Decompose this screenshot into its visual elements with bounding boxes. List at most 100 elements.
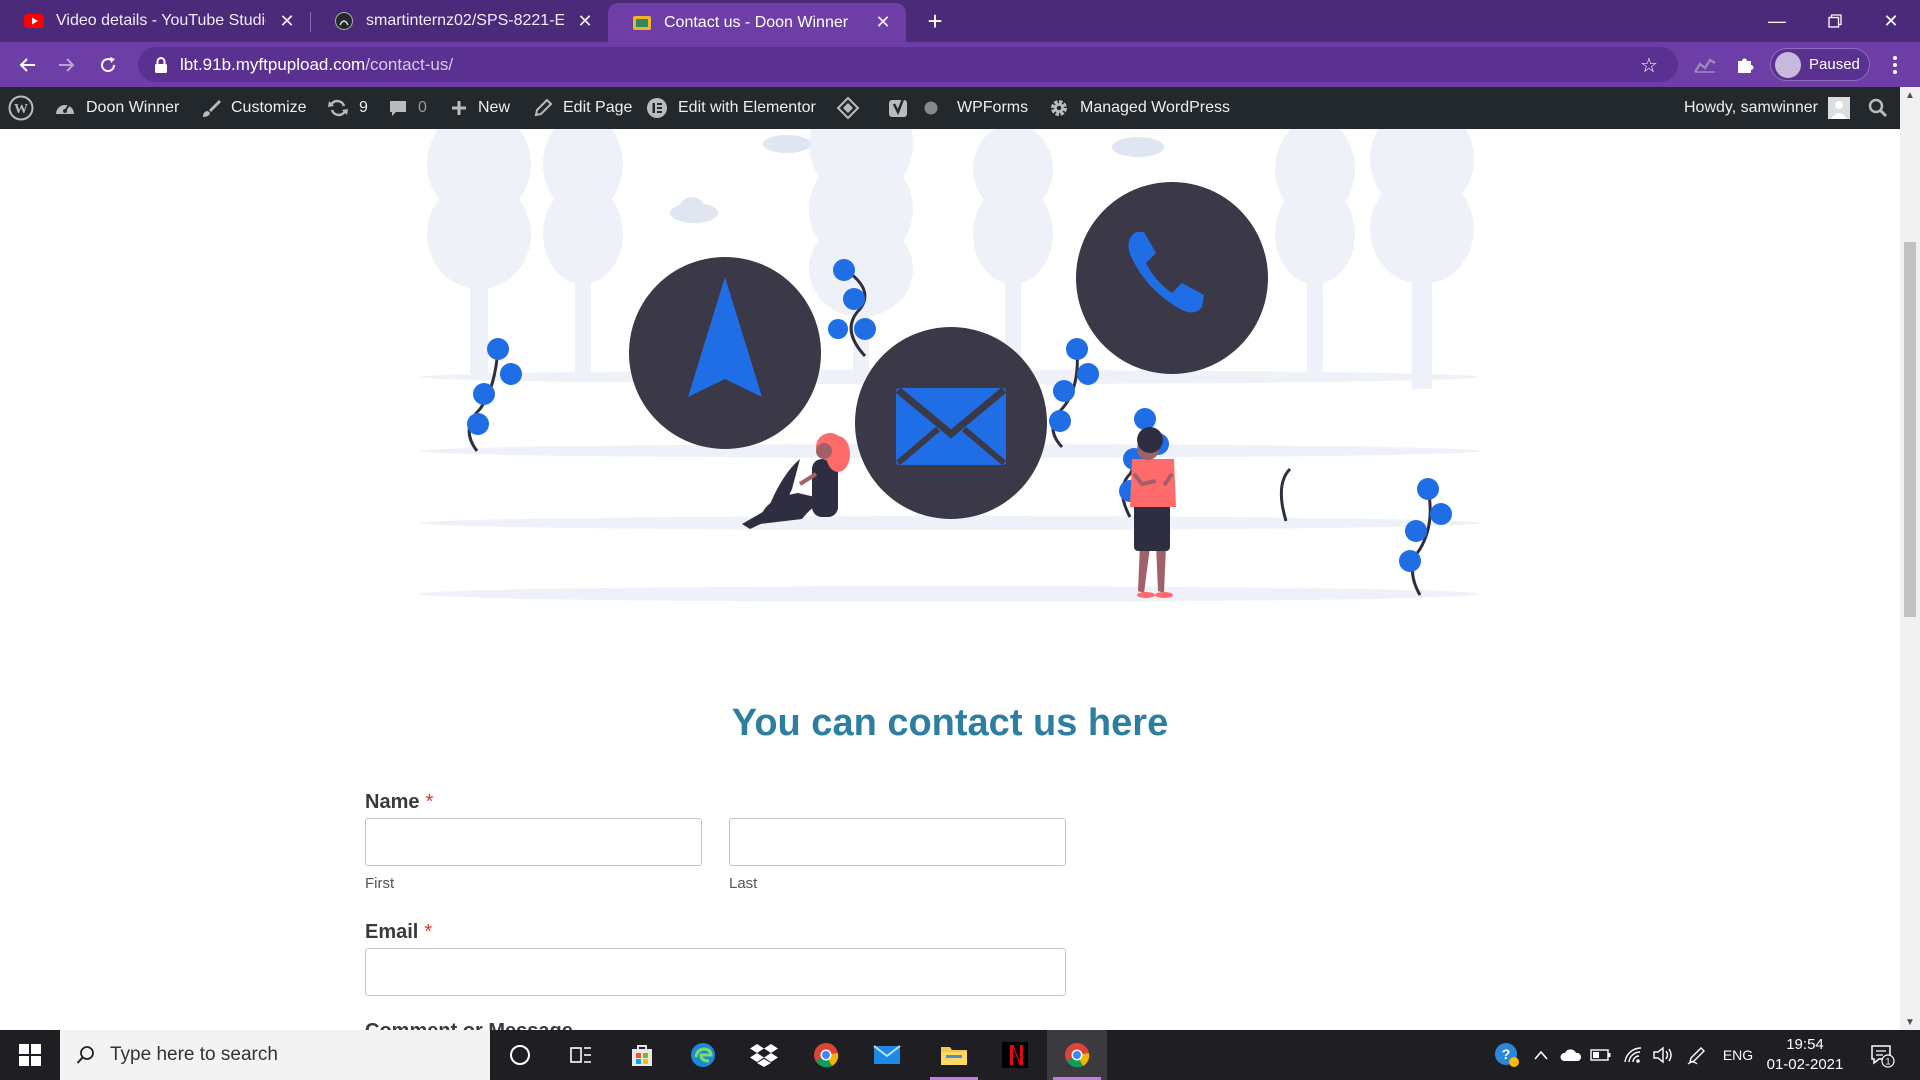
avatar: [1775, 51, 1801, 78]
cortana-button[interactable]: [490, 1030, 550, 1080]
close-icon[interactable]: ✕: [872, 12, 894, 34]
wifi-icon[interactable]: [1618, 1030, 1648, 1080]
yoast-seo-icon[interactable]: [888, 87, 920, 129]
comment-label: Comment or Message: [365, 1020, 573, 1030]
tab-title: Contact us - Doon Winner: [664, 13, 849, 31]
chrome-icon: [814, 1043, 839, 1068]
extensions-puzzle-icon[interactable]: [1732, 52, 1758, 78]
mail-icon: [873, 1045, 901, 1064]
restore-button[interactable]: [1806, 0, 1864, 42]
first-name-input[interactable]: [365, 818, 702, 866]
tab-github[interactable]: smartinternz02/SPS-8221-Educat ✕: [310, 0, 608, 42]
wordpress-icon: W: [8, 95, 34, 121]
clock-date: 01-02-2021: [1766, 1056, 1844, 1073]
account-menu[interactable]: Howdy, samwinner: [1684, 87, 1850, 129]
help-tray-icon[interactable]: ?: [1490, 1030, 1524, 1080]
restore-icon: [1828, 14, 1842, 28]
store-bag-icon: [632, 1045, 652, 1066]
edit-page-link[interactable]: Edit Page: [533, 87, 632, 129]
wpforms-link[interactable]: WPForms: [957, 87, 1028, 129]
close-icon[interactable]: ✕: [276, 10, 298, 32]
search-icon: [76, 1046, 94, 1064]
reload-button[interactable]: [92, 49, 124, 81]
updates-link[interactable]: 9: [327, 87, 368, 129]
profile-button[interactable]: Paused: [1770, 48, 1870, 81]
search-icon[interactable]: [1868, 87, 1898, 129]
gear-icon: [1051, 100, 1067, 116]
browser-toolbar: lbt.91b.myftpupload.com/contact-us/ ☆ Pa…: [0, 42, 1920, 87]
onedrive-cloud-icon[interactable]: [1556, 1030, 1586, 1080]
battery-icon[interactable]: [1586, 1030, 1616, 1080]
show-hidden-icons-chevron-icon[interactable]: [1528, 1030, 1554, 1080]
managed-wordpress-link[interactable]: Managed WordPress: [1048, 87, 1230, 129]
comment-bubble-icon: [390, 101, 406, 116]
youtube-icon: [24, 11, 44, 31]
comments-link[interactable]: 0: [388, 87, 427, 129]
svg-text:W: W: [14, 102, 28, 117]
back-button[interactable]: [12, 49, 44, 81]
taskbar-mail[interactable]: [857, 1030, 917, 1080]
howdy-text: Howdy, samwinner: [1684, 99, 1818, 116]
tab-contact-us[interactable]: Contact us - Doon Winner ✕: [608, 3, 906, 42]
extension-chart-icon[interactable]: [1692, 52, 1718, 78]
page-heading: You can contact us here: [731, 702, 1169, 744]
menu-kebab-icon[interactable]: [1882, 52, 1908, 78]
elementor-icon: [647, 98, 667, 118]
last-name-input[interactable]: [729, 818, 1066, 866]
page-scrollbar[interactable]: ▲ ▼: [1900, 87, 1920, 1030]
dropbox-icon: [750, 1044, 778, 1067]
windows-logo-icon: [19, 1044, 41, 1066]
scroll-down-arrow-icon[interactable]: ▼: [1900, 1014, 1920, 1030]
language-indicator[interactable]: ENG: [1716, 1030, 1760, 1080]
task-view-button[interactable]: [551, 1030, 611, 1080]
taskbar-store[interactable]: [612, 1030, 672, 1080]
new-content-link[interactable]: New: [450, 87, 510, 129]
scroll-thumb[interactable]: [1904, 242, 1916, 617]
task-view-icon: [570, 1047, 591, 1063]
forward-arrow-icon: [59, 58, 75, 72]
taskbar-dropbox[interactable]: [734, 1030, 794, 1080]
system-clock[interactable]: 19:54 01-02-2021: [1760, 1035, 1850, 1075]
action-center-button[interactable]: 1: [1860, 1030, 1904, 1080]
close-icon[interactable]: ✕: [574, 10, 596, 32]
taskbar-search-input[interactable]: [110, 1044, 470, 1066]
taskbar-chrome[interactable]: [796, 1030, 856, 1080]
taskbar-search[interactable]: [60, 1030, 490, 1080]
forward-button[interactable]: [50, 49, 82, 81]
address-bar[interactable]: lbt.91b.myftpupload.com/contact-us/ ☆: [138, 47, 1678, 82]
bookmark-star-icon[interactable]: ☆: [1638, 54, 1660, 77]
close-window-button[interactable]: ✕: [1862, 0, 1920, 42]
taskbar-file-explorer[interactable]: [924, 1030, 984, 1080]
tab-title: smartinternz02/SPS-8221-Educat: [366, 12, 564, 29]
page-content: You can contact us here Name * First Last…: [0, 129, 1900, 1030]
taskbar-chrome-active[interactable]: [1047, 1030, 1107, 1080]
site-icon: [632, 13, 652, 33]
svg-text:1: 1: [1885, 1057, 1890, 1067]
volume-icon[interactable]: [1648, 1030, 1678, 1080]
taskbar-edge[interactable]: [673, 1030, 733, 1080]
edit-elementor-link[interactable]: Edit with Elementor: [646, 87, 816, 129]
scroll-up-arrow-icon[interactable]: ▲: [1900, 87, 1920, 103]
taskbar-netflix[interactable]: [985, 1030, 1045, 1080]
name-label: Name *: [365, 791, 434, 813]
paintbrush-icon: [203, 100, 221, 117]
last-sublabel: Last: [729, 875, 758, 892]
minimize-button[interactable]: —: [1748, 0, 1806, 42]
tab-youtube-studio[interactable]: Video details - YouTube Studio ✕: [0, 0, 310, 42]
first-sublabel: First: [365, 875, 395, 892]
dashboard-gauge-icon: [56, 104, 74, 114]
required-asterisk: *: [425, 791, 434, 813]
diamond-plugin-icon[interactable]: [836, 87, 870, 129]
pen-workspace-icon[interactable]: [1682, 1030, 1712, 1080]
customize-link[interactable]: Customize: [201, 87, 307, 129]
windows-taskbar: ? ENG 19:54 01-02-2021 1: [0, 1030, 1920, 1080]
email-field[interactable]: [365, 948, 1066, 996]
wordpress-logo-button[interactable]: W: [8, 87, 44, 129]
site-name-link[interactable]: Doon Winner: [54, 87, 179, 129]
reload-icon: [101, 57, 116, 73]
updates-refresh-icon: [328, 99, 348, 117]
chrome-icon: [1065, 1043, 1090, 1068]
start-button[interactable]: [0, 1030, 60, 1080]
new-tab-button[interactable]: +: [920, 6, 950, 36]
clock-time: 19:54: [1786, 1036, 1824, 1053]
